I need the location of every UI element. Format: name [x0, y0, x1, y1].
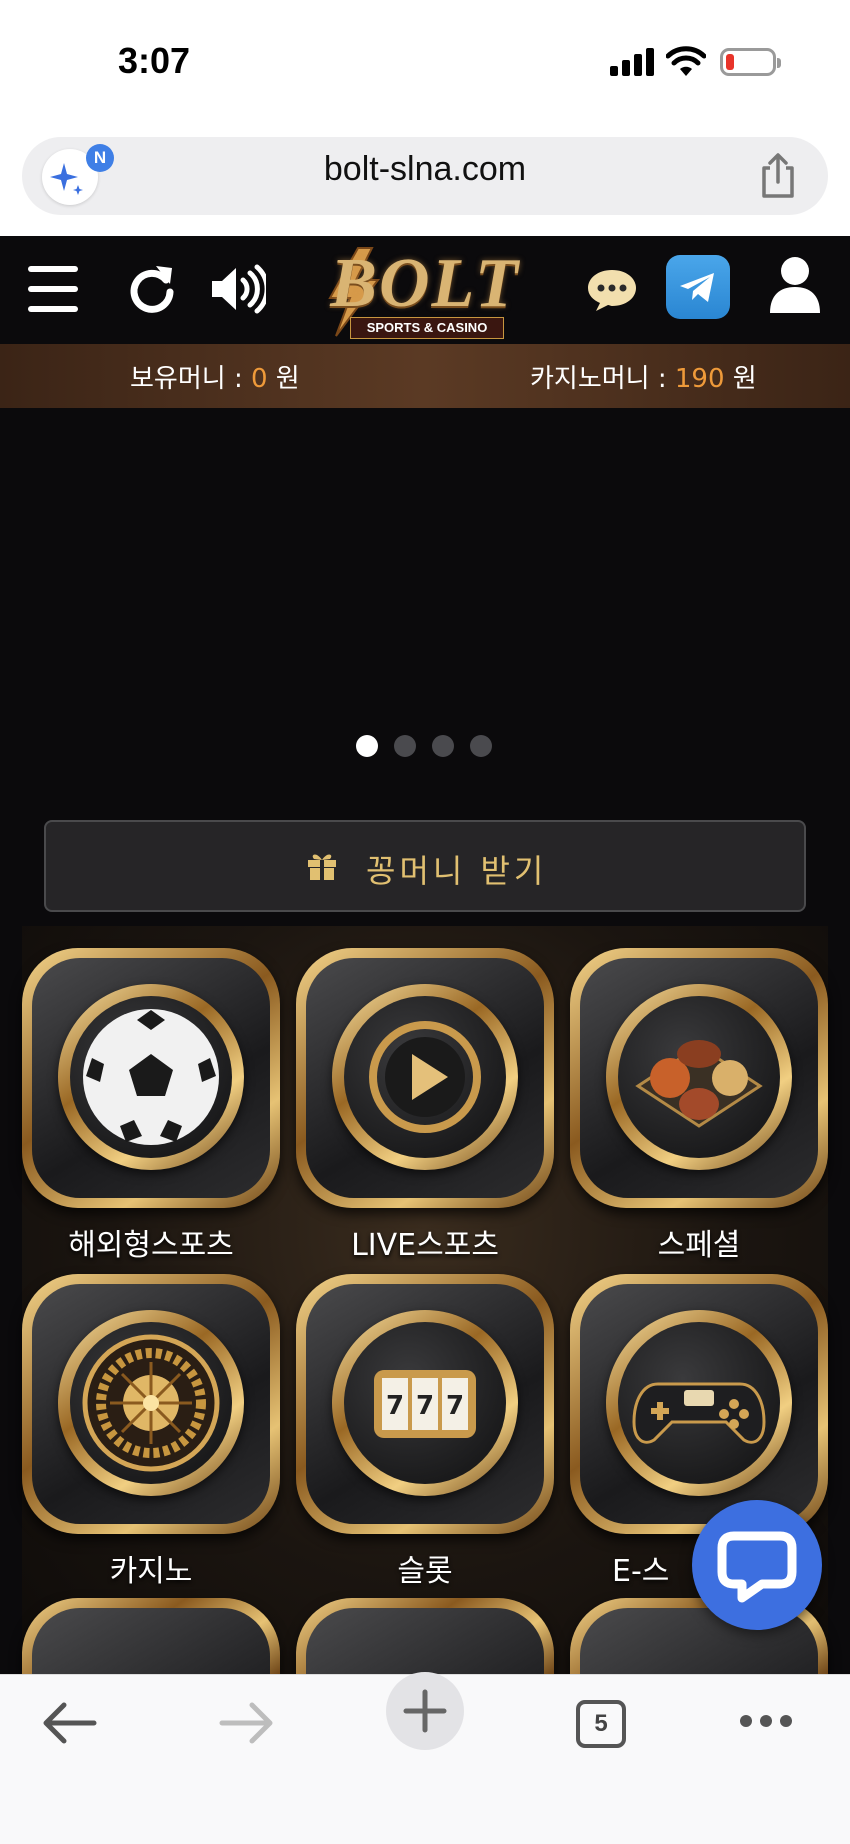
roulette-icon: [82, 1334, 220, 1472]
plus-icon: [403, 1689, 447, 1733]
sports-balls-icon: [635, 1040, 763, 1128]
casino-money-label: 카지노머니 :: [530, 364, 675, 394]
new-tab-button[interactable]: [386, 1672, 464, 1750]
ai-new-badge: N: [86, 144, 114, 172]
forward-arrow-icon[interactable]: [218, 1700, 276, 1746]
soccer-ball-icon: [83, 1009, 219, 1145]
url-text[interactable]: bolt-slna.com: [120, 150, 730, 189]
casino-money: 카지노머니 : 190 원: [530, 358, 757, 395]
game-label: LIVE스포츠: [351, 1228, 499, 1263]
battery-icon: [720, 48, 781, 76]
gift-icon: [308, 854, 336, 880]
live-chat-button[interactable]: [692, 1500, 822, 1630]
site-logo-subtitle: SPORTS & CASINO: [350, 317, 504, 339]
status-time: 3:07: [118, 40, 191, 81]
user-icon[interactable]: [768, 255, 822, 315]
casino-money-value: 190: [674, 364, 725, 394]
game-tile-casino[interactable]: [22, 1274, 280, 1534]
holding-money: 보유머니 : 0 원: [130, 358, 300, 395]
game-tile-overseas-sports[interactable]: [22, 948, 280, 1208]
game-tile-esports[interactable]: [570, 1274, 828, 1534]
carousel-dot[interactable]: [470, 735, 492, 757]
gamepad-icon: [632, 1382, 766, 1444]
game-label: 스페셜: [657, 1228, 741, 1263]
cellular-signal-icon: [610, 48, 654, 76]
more-options-icon[interactable]: [738, 1712, 794, 1732]
game-tile-slots[interactable]: 7 7 7: [296, 1274, 554, 1534]
game-tile-special[interactable]: [570, 948, 828, 1208]
svg-text:7: 7: [416, 1391, 434, 1421]
game-label: 슬롯: [397, 1554, 453, 1589]
slot-machine-icon: 7 7 7: [374, 1370, 476, 1438]
svg-text:7: 7: [386, 1391, 404, 1421]
free-money-label: 꽁머니 받기: [366, 852, 548, 890]
banner-carousel[interactable]: [0, 408, 850, 794]
game-label: 카지노: [109, 1554, 193, 1589]
holding-money-value: 0: [250, 364, 268, 394]
menu-icon[interactable]: [28, 266, 78, 312]
game-label: 해외형스포츠: [68, 1228, 234, 1263]
telegram-icon[interactable]: [666, 255, 730, 319]
wifi-icon: [666, 46, 706, 76]
game-tile-partial[interactable]: [296, 1598, 554, 1674]
site-logo[interactable]: BOLT: [322, 244, 528, 324]
game-tile-live-sports[interactable]: [296, 948, 554, 1208]
chat-bubble-icon[interactable]: [586, 268, 638, 312]
casino-money-unit: 원: [724, 364, 757, 394]
holding-money-unit: 원: [267, 364, 300, 394]
back-arrow-icon[interactable]: [40, 1700, 98, 1746]
game-tile-partial[interactable]: [22, 1598, 280, 1674]
carousel-dot[interactable]: [356, 735, 378, 757]
carousel-dot[interactable]: [394, 735, 416, 757]
sound-icon[interactable]: [210, 262, 266, 316]
svg-text:7: 7: [446, 1391, 464, 1421]
carousel-dot[interactable]: [432, 735, 454, 757]
play-icon: [369, 1021, 481, 1133]
refresh-icon[interactable]: [126, 262, 178, 314]
holding-money-label: 보유머니 :: [130, 364, 251, 394]
share-icon[interactable]: [756, 152, 800, 200]
chat-icon: [717, 1531, 797, 1603]
tabs-count-button[interactable]: 5: [576, 1700, 626, 1748]
